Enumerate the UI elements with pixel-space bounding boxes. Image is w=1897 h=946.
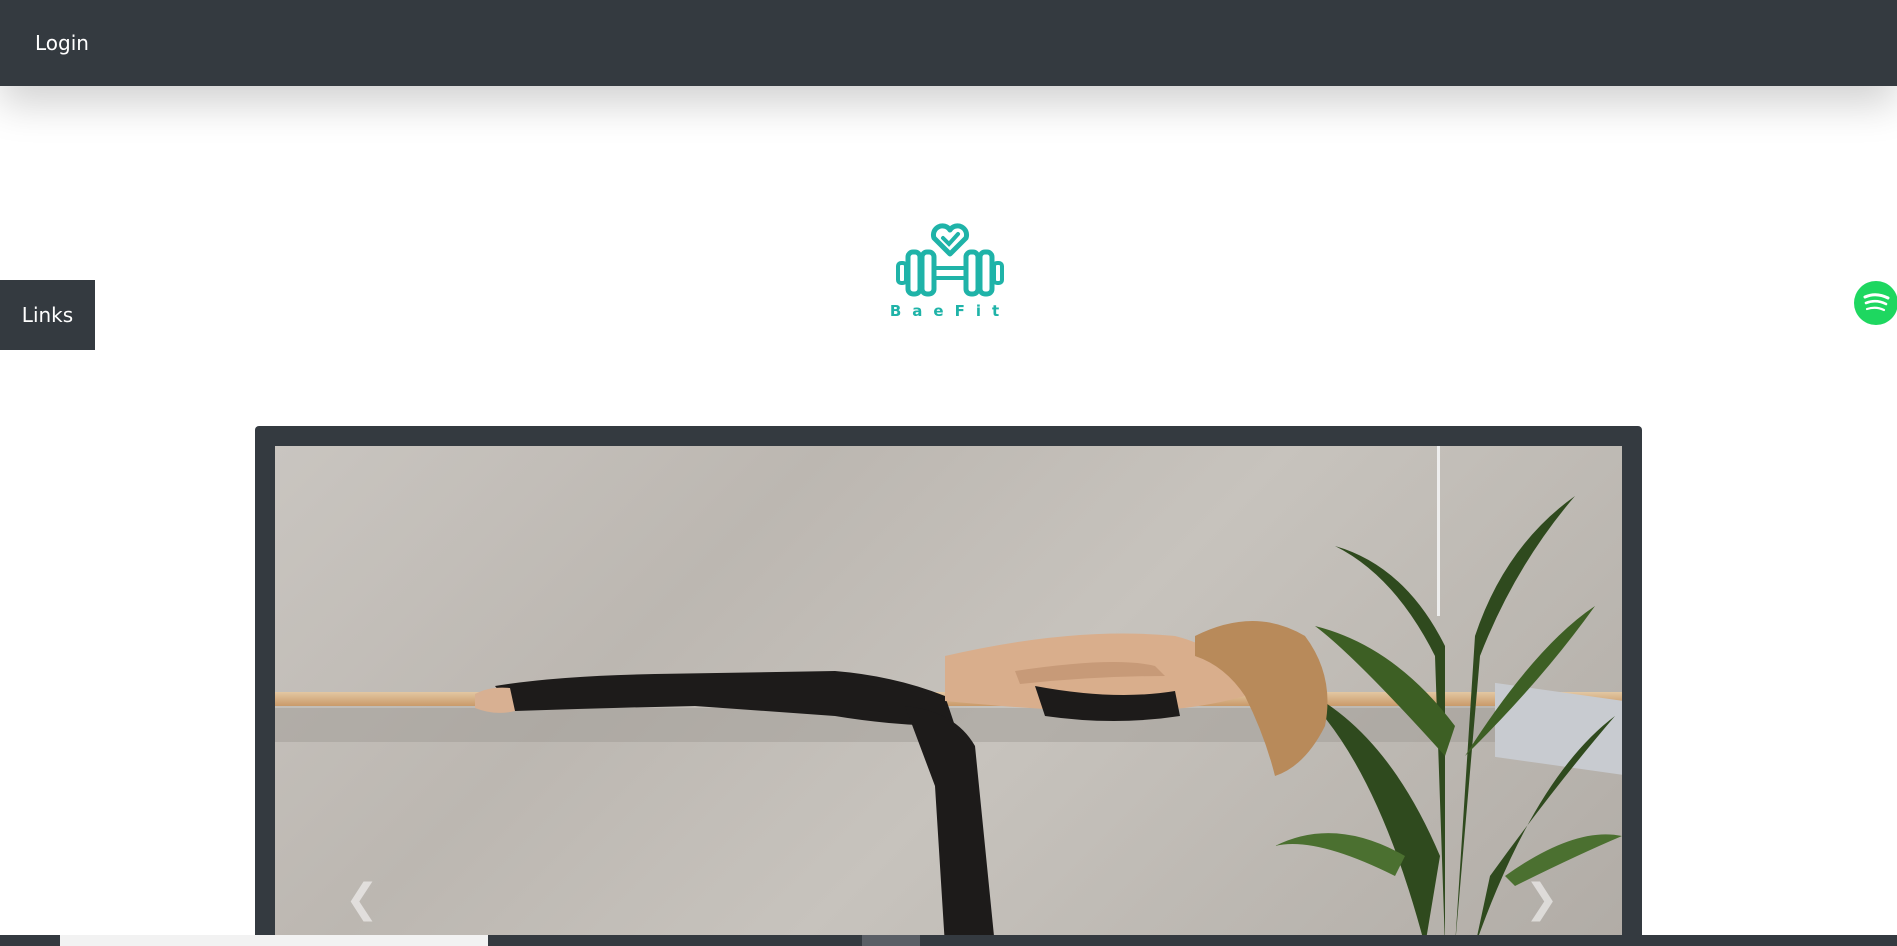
bottom-bar-segment xyxy=(862,935,920,946)
carousel-next-button[interactable]: ❯ xyxy=(1525,876,1559,922)
spotify-icon[interactable] xyxy=(1854,281,1897,325)
image-carousel: ❮ ❯ xyxy=(255,426,1642,946)
logo-text: BaeFit xyxy=(889,302,1011,320)
carousel-prev-button[interactable]: ❮ xyxy=(345,876,379,922)
top-navbar: Login xyxy=(0,0,1897,86)
bottom-bar xyxy=(0,935,1897,946)
links-tab[interactable]: Links xyxy=(0,280,95,350)
dumbbell-heart-icon xyxy=(896,223,1004,297)
carousel-slide-image: ❮ ❯ xyxy=(275,446,1622,946)
bottom-bar-segment xyxy=(60,935,488,946)
brand-logo[interactable]: BaeFit xyxy=(880,218,1020,328)
login-link[interactable]: Login xyxy=(35,31,89,55)
yoga-person-illustration xyxy=(475,621,1328,946)
